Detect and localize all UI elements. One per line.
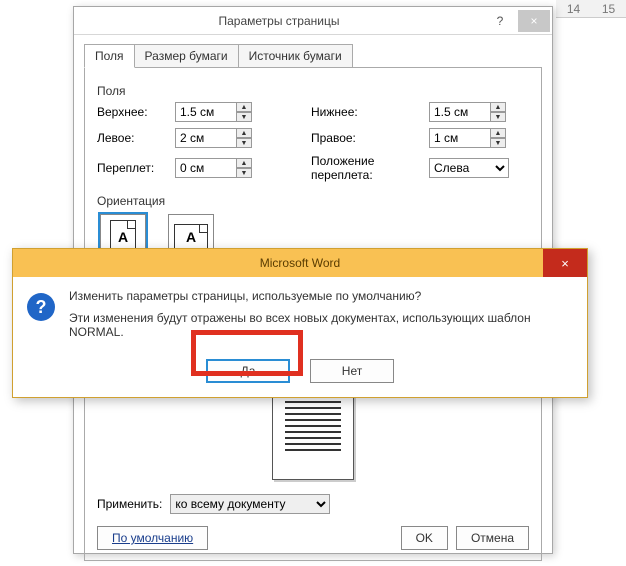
msgbox-close-button[interactable]: × [543,249,587,277]
tab-paper-size[interactable]: Размер бумаги [134,44,239,68]
left-margin-spinner[interactable]: ▲▼ [175,128,265,148]
top-margin-spinner[interactable]: ▲▼ [175,102,265,122]
apply-row: Применить: ко всему документу [97,494,330,514]
dialog-buttons: По умолчанию OK Отмена [97,526,529,550]
spin-down-icon[interactable]: ▼ [237,168,252,178]
spin-up-icon[interactable]: ▲ [237,102,252,112]
msgbox-title: Microsoft Word [13,256,587,270]
bottom-margin-input[interactable] [429,102,491,122]
gutter-spinner[interactable]: ▲▼ [175,158,265,178]
ruler-mark: 14 [567,2,580,16]
titlebar: Параметры страницы ? × [74,7,552,35]
msgbox-titlebar: Microsoft Word × [13,249,587,277]
msgbox-line1: Изменить параметры страницы, используемы… [69,289,573,303]
ruler-mark: 15 [602,2,615,16]
help-button[interactable]: ? [484,10,516,32]
margins-grid: Верхнее: ▲▼ Нижнее: ▲▼ Левое: ▲▼ Правое:… [97,102,529,182]
question-icon: ? [27,293,55,321]
spin-down-icon[interactable]: ▼ [491,112,506,122]
label-top: Верхнее: [97,105,167,119]
msgbox-buttons: Да Нет [13,359,587,397]
ok-button[interactable]: OK [401,526,448,550]
ruler-fragment: 14 15 [556,0,626,18]
confirm-default-msgbox: Microsoft Word × ? Изменить параметры ст… [12,248,588,398]
spin-up-icon[interactable]: ▲ [237,128,252,138]
spin-down-icon[interactable]: ▼ [237,138,252,148]
label-bottom: Нижнее: [311,105,421,119]
label-gutter-pos: Положение переплета: [311,154,421,182]
right-margin-input[interactable] [429,128,491,148]
right-margin-spinner[interactable]: ▲▼ [429,128,509,148]
label-left: Левое: [97,131,167,145]
gutter-input[interactable] [175,158,237,178]
group-label-orientation: Ориентация [97,194,529,208]
set-default-button[interactable]: По умолчанию [97,526,208,550]
spin-up-icon[interactable]: ▲ [491,102,506,112]
msgbox-line2: Эти изменения будут отражены во всех нов… [69,311,573,339]
tab-paper-source[interactable]: Источник бумаги [238,44,353,68]
label-right: Правое: [311,131,421,145]
cancel-button[interactable]: Отмена [456,526,529,550]
bottom-margin-spinner[interactable]: ▲▼ [429,102,509,122]
gutter-pos-select[interactable]: Слева [429,158,509,178]
spin-up-icon[interactable]: ▲ [491,128,506,138]
label-gutter: Переплет: [97,161,167,175]
spin-down-icon[interactable]: ▼ [237,112,252,122]
tab-margins[interactable]: Поля [84,44,135,68]
group-label-fields: Поля [97,84,529,98]
dialog-title: Параметры страницы [74,14,484,28]
yes-button[interactable]: Да [206,359,290,383]
apply-select[interactable]: ко всему документу [170,494,330,514]
spin-down-icon[interactable]: ▼ [491,138,506,148]
tabs: Поля Размер бумаги Источник бумаги [74,35,552,67]
close-button[interactable]: × [518,10,550,32]
no-button[interactable]: Нет [310,359,394,383]
apply-label: Применить: [97,497,162,511]
top-margin-input[interactable] [175,102,237,122]
msgbox-text: Изменить параметры страницы, используемы… [69,289,573,347]
left-margin-input[interactable] [175,128,237,148]
spin-up-icon[interactable]: ▲ [237,158,252,168]
